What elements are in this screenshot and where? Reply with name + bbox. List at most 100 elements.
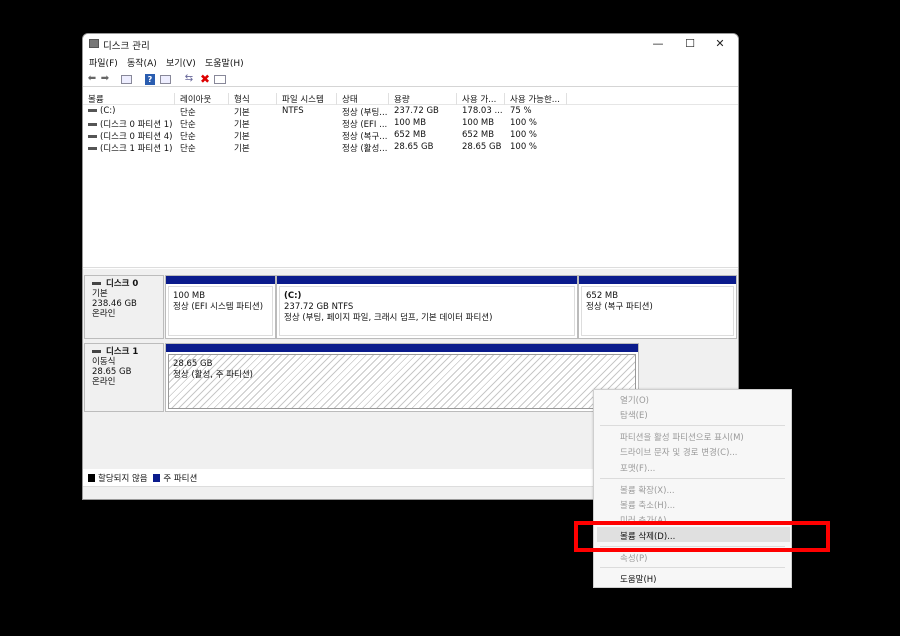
disk-status: 온라인	[92, 309, 116, 319]
cell-status: 정상 (활성...	[342, 144, 388, 154]
partition-status: 정상 (복구 파티션)	[586, 302, 653, 312]
column-header-layout[interactable]: 레이아웃	[175, 93, 229, 105]
menu-help[interactable]: 도움말(H)	[205, 56, 244, 69]
cell-type: 기본	[234, 108, 250, 118]
cell-volume: (디스크 1 파티션 1)	[100, 144, 173, 154]
delete-icon[interactable]: ✖	[199, 73, 211, 85]
column-header-free-space[interactable]: 사용 가...	[457, 93, 505, 105]
volume-table-header: 볼륨 레이아웃 형식 파일 시스템 상태 용량 사용 가... 사용 가능한..…	[83, 92, 738, 105]
cell-capacity: 237.72 GB	[394, 106, 439, 116]
cell-capacity: 652 MB	[394, 130, 427, 140]
column-header-status[interactable]: 상태	[337, 93, 389, 105]
context-item-mark-active[interactable]: 파티션을 활성 파티션으로 표시(M)	[620, 431, 744, 443]
cell-percent-free: 100 %	[510, 118, 538, 128]
context-item-format[interactable]: 포맷(F)...	[620, 462, 655, 474]
volume-icon	[88, 147, 97, 150]
context-item-explore[interactable]: 탐색(E)	[620, 409, 648, 421]
cell-layout: 단순	[180, 120, 196, 130]
context-separator	[600, 425, 785, 426]
table-row[interactable]: (디스크 1 파티션 1) 단순 기본 정상 (활성... 28.65 GB 2…	[83, 142, 738, 154]
window-title: 디스크 관리	[103, 41, 150, 52]
disk-icon	[92, 282, 101, 285]
disk-1-label[interactable]: 디스크 1 이동식 28.65 GB 온라인	[84, 343, 164, 412]
disk-name: 디스크 0	[106, 279, 139, 289]
cell-type: 기본	[234, 144, 250, 154]
partition-size: 28.65 GB	[173, 359, 213, 369]
partition-efi[interactable]: 100 MB 정상 (EFI 시스템 파티션)	[165, 275, 276, 339]
cell-volume: (디스크 0 파티션 4)	[100, 132, 173, 142]
context-item-open[interactable]: 열기(O)	[620, 394, 649, 406]
volume-icon	[88, 123, 97, 126]
title-bar: 디스크 관리 — ☐ ✕	[83, 34, 738, 54]
context-menu: 열기(O) 탐색(E) 파티션을 활성 파티션으로 표시(M) 드라이브 문자 …	[593, 389, 792, 588]
context-separator	[600, 567, 785, 568]
column-header-filesystem[interactable]: 파일 시스템	[277, 93, 337, 105]
properties-icon[interactable]	[160, 75, 171, 84]
cell-percent-free: 75 %	[510, 106, 532, 116]
delete-volume-highlight-box	[574, 521, 830, 552]
disk-type: 기본	[92, 289, 108, 299]
table-row[interactable]: (디스크 0 파티션 1) 단순 기본 정상 (EFI ... 100 MB 1…	[83, 118, 738, 130]
console-tree-icon[interactable]	[121, 75, 132, 84]
disk-status: 온라인	[92, 377, 116, 387]
volume-icon	[88, 109, 97, 112]
cell-status: 정상 (EFI ...	[342, 120, 388, 130]
menu-bar: 파일(F) 동작(A) 보기(V) 도움말(H)	[83, 55, 738, 70]
forward-arrow-icon[interactable]: ➡	[99, 73, 111, 85]
cell-free-space: 652 MB	[462, 130, 495, 140]
show-hide-icon[interactable]	[214, 75, 226, 84]
disk-size: 238.46 GB	[92, 299, 137, 309]
partition-c-drive[interactable]: (C:) 237.72 GB NTFS 정상 (부팅, 페이지 파일, 크래시 …	[276, 275, 578, 339]
legend-primary-label: 주 파티션	[163, 474, 198, 484]
cell-volume: (디스크 0 파티션 1)	[100, 120, 173, 130]
table-row[interactable]: (C:) 단순 기본 NTFS 정상 (부팅... 237.72 GB 178.…	[83, 106, 738, 118]
minimize-button[interactable]: —	[644, 36, 672, 52]
legend: 할당되지 않음 주 파티션	[88, 472, 197, 484]
table-row[interactable]: (디스크 0 파티션 4) 단순 기본 정상 (복구... 652 MB 652…	[83, 130, 738, 142]
connect-icon[interactable]: ⇆	[183, 73, 195, 85]
menu-action[interactable]: 동작(A)	[127, 56, 157, 69]
cell-free-space: 28.65 GB	[462, 142, 502, 152]
disk-size: 28.65 GB	[92, 367, 132, 377]
primary-partition-bar	[166, 276, 275, 284]
context-separator	[600, 478, 785, 479]
back-arrow-icon[interactable]: ⬅	[86, 73, 98, 85]
cell-capacity: 100 MB	[394, 118, 427, 128]
partition-size: 100 MB	[173, 291, 206, 301]
disk-0-label[interactable]: 디스크 0 기본 238.46 GB 온라인	[84, 275, 164, 339]
partition-recovery[interactable]: 652 MB 정상 (복구 파티션)	[578, 275, 737, 339]
cell-layout: 단순	[180, 132, 196, 142]
partition-size: 237.72 GB NTFS	[284, 302, 354, 312]
context-item-change-drive-letter[interactable]: 드라이브 문자 및 경로 변경(C)...	[620, 446, 738, 458]
partition-removable[interactable]: 28.65 GB 정상 (활성, 주 파티션)	[165, 343, 639, 412]
legend-unallocated-swatch	[88, 474, 95, 482]
legend-primary-swatch	[153, 474, 161, 482]
menu-view[interactable]: 보기(V)	[166, 56, 196, 69]
column-header-type[interactable]: 형식	[229, 93, 277, 105]
cell-type: 기본	[234, 120, 250, 130]
primary-partition-bar	[579, 276, 736, 284]
cell-status: 정상 (부팅...	[342, 108, 388, 118]
disk-name: 디스크 1	[106, 347, 139, 357]
primary-partition-bar	[166, 344, 638, 352]
partition-status: 정상 (EFI 시스템 파티션)	[173, 302, 264, 312]
cell-type: 기본	[234, 132, 250, 142]
help-icon[interactable]: ?	[145, 74, 155, 85]
context-item-extend-volume[interactable]: 볼륨 확장(X)...	[620, 484, 675, 496]
column-header-capacity[interactable]: 용량	[389, 93, 457, 105]
cell-free-space: 100 MB	[462, 118, 495, 128]
cell-status: 정상 (복구...	[342, 132, 388, 142]
volume-list: 볼륨 레이아웃 형식 파일 시스템 상태 용량 사용 가... 사용 가능한..…	[83, 92, 738, 268]
partition-status: 정상 (활성, 주 파티션)	[173, 370, 254, 380]
partition-size: 652 MB	[586, 291, 619, 301]
context-item-properties[interactable]: 속성(P)	[620, 552, 647, 564]
context-item-help[interactable]: 도움말(H)	[620, 573, 656, 585]
maximize-button[interactable]: ☐	[676, 36, 704, 52]
column-header-percent-free[interactable]: 사용 가능한...	[505, 93, 567, 105]
close-button[interactable]: ✕	[706, 36, 734, 52]
column-header-volume[interactable]: 볼륨	[83, 93, 175, 105]
partition-status: 정상 (부팅, 페이지 파일, 크래시 덤프, 기본 데이터 파티션)	[284, 313, 493, 323]
cell-layout: 단순	[180, 108, 196, 118]
context-item-shrink-volume[interactable]: 볼륨 축소(H)...	[620, 499, 675, 511]
menu-file[interactable]: 파일(F)	[89, 56, 118, 69]
